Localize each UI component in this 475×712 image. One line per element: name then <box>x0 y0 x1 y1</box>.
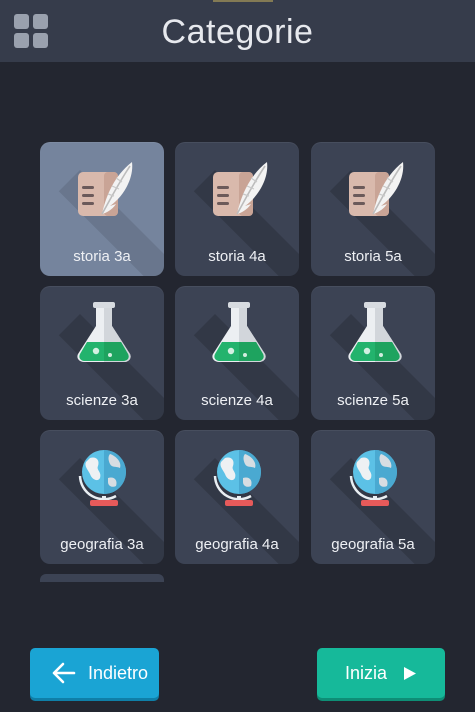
category-label: geografia 4a <box>195 536 279 553</box>
back-button-label: Indietro <box>88 663 149 683</box>
start-button-label: Inizia <box>345 663 388 683</box>
flask-icon <box>72 300 136 364</box>
category-label: scienze 4a <box>201 392 273 409</box>
start-button[interactable]: Inizia <box>317 648 445 698</box>
category-tile[interactable]: scienze 5a <box>311 286 435 420</box>
back-button[interactable]: Indietro <box>30 648 159 698</box>
quill-scroll-icon <box>343 156 407 220</box>
category-label: storia 4a <box>208 248 266 265</box>
category-tile[interactable]: storia 5a <box>311 142 435 276</box>
category-tile[interactable]: scienze 3a <box>40 286 164 420</box>
category-label: scienze 3a <box>66 392 138 409</box>
quill-scroll-icon <box>207 156 271 220</box>
category-label: storia 3a <box>73 248 131 265</box>
category-tile-partial[interactable] <box>40 574 164 582</box>
category-tile[interactable]: storia 3a <box>40 142 164 276</box>
category-tile[interactable]: scienze 4a <box>175 286 299 420</box>
top-bar: Categorie <box>0 0 475 62</box>
category-tile[interactable]: storia 4a <box>175 142 299 276</box>
category-tile[interactable]: geografia 3a <box>40 430 164 564</box>
flask-icon <box>343 300 407 364</box>
globe-icon <box>207 444 271 508</box>
quill-scroll-icon <box>72 156 136 220</box>
arrow-left-icon <box>52 662 76 684</box>
category-label: storia 5a <box>344 248 402 265</box>
globe-icon <box>343 444 407 508</box>
globe-icon <box>72 444 136 508</box>
category-tile[interactable]: geografia 4a <box>175 430 299 564</box>
category-label: geografia 5a <box>331 536 415 553</box>
play-icon <box>404 667 416 680</box>
page-title: Categorie <box>161 13 314 51</box>
category-label: geografia 3a <box>60 536 144 553</box>
category-label: scienze 5a <box>337 392 409 409</box>
category-tile[interactable]: geografia 5a <box>311 430 435 564</box>
flask-icon <box>207 300 271 364</box>
